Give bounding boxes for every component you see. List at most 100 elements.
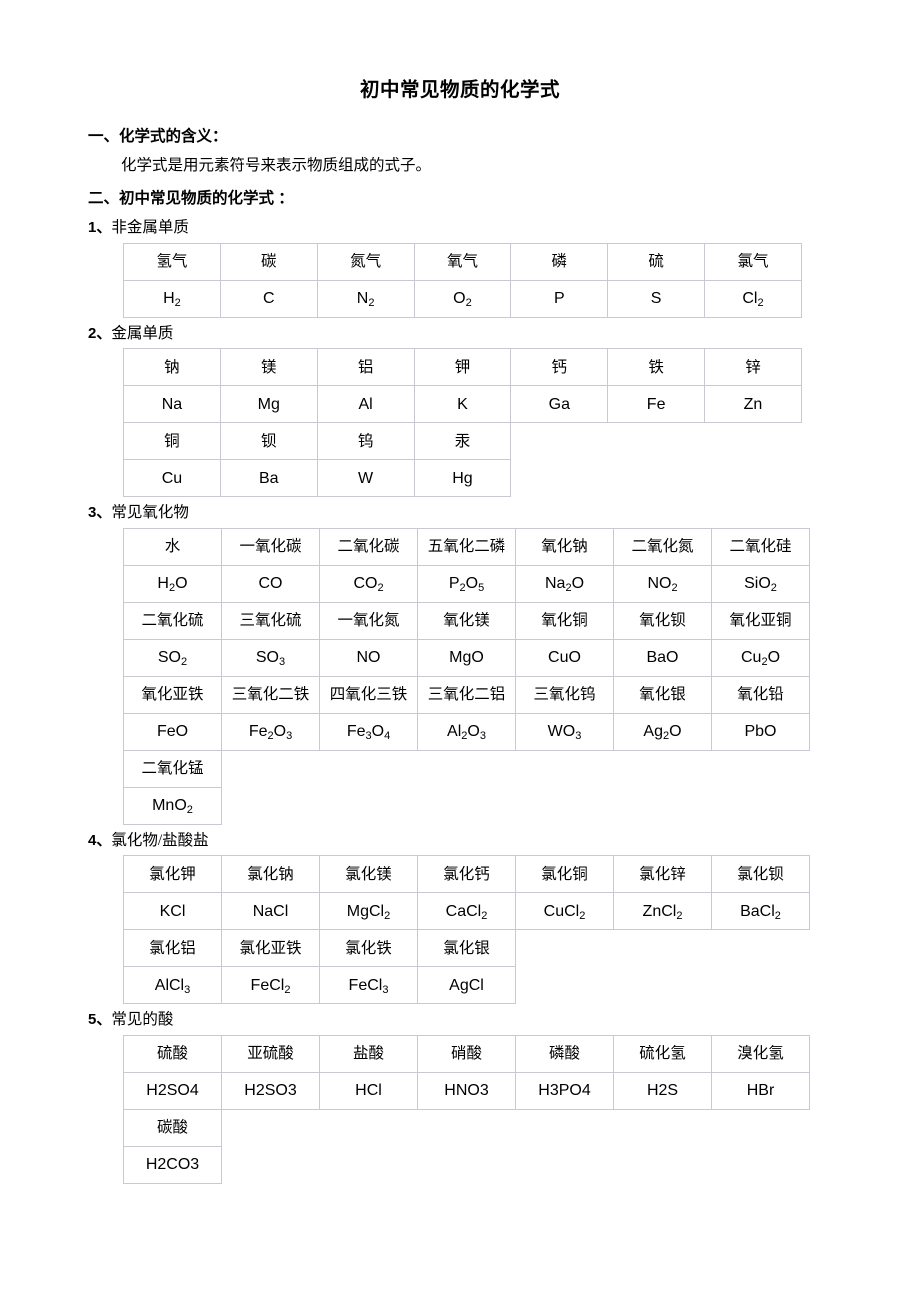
substance-name-cell: 汞	[413, 422, 512, 461]
substance-name-cell: 溴化氢	[711, 1034, 810, 1073]
substance-name-cell: 氧化镁	[417, 601, 516, 640]
chemical-formula-cell: H2	[123, 279, 221, 318]
substance-name-cell: 氯化亚铁	[221, 929, 320, 968]
chemical-formula-cell: CuO	[515, 638, 614, 677]
substance-name-cell: 钾	[413, 348, 512, 387]
substance-name-cell: 盐酸	[319, 1034, 418, 1073]
table-row: Na Mg Al K Ga Fe Zn	[123, 385, 802, 424]
chemical-formula-cell: Cu	[123, 459, 221, 498]
substance-name-cell: 铜	[123, 422, 221, 461]
chemical-table: 氢气碳氮气 氧气磷硫氯气 H2 C N2 O2 P S Cl2	[123, 242, 802, 318]
chemical-formula-cell: Mg	[219, 385, 318, 424]
table-row: H2SO4 H2SO3 HCl HNO3 H3PO4 H2S HBr	[123, 1071, 810, 1110]
table-row: H2 C N2 O2 P S Cl2	[123, 279, 802, 318]
substance-name-cell: 硫化氢	[613, 1034, 712, 1073]
chemical-group: 3、常见氧化物水一氧化碳 二氧化碳 五氧化二磷 氧化钠 二氧化氮 二氧化硅 H2O CO CO2…	[88, 501, 832, 825]
substance-name-cell: 镁	[219, 348, 318, 387]
table-row: 氧化亚铁 三氧化二铁 四氧化三铁 三氧化二铝 三氧化钨 氧化银 氧化铅	[123, 675, 810, 714]
chemical-formula-cell: O2	[413, 279, 512, 318]
section-heading-2: 二、初中常见物质的化学式 ：	[88, 190, 294, 208]
substance-name-cell: 氯化镁	[319, 855, 418, 894]
group-number: 2、	[88, 324, 112, 342]
chemical-formula-cell: Fe	[607, 385, 706, 424]
chemical-formula-cell: MnO2	[123, 786, 222, 825]
group-table-wrap: 水一氧化碳 二氧化碳 五氧化二磷 氧化钠 二氧化氮 二氧化硅 H2O CO CO2 P2O5 Na2…	[123, 527, 832, 825]
substance-name-cell: 氯化钠	[221, 855, 320, 894]
chemical-formula-cell: Cu2O	[711, 638, 810, 677]
table-row: MnO2	[123, 786, 810, 825]
chemical-formula-cell: H2CO3	[123, 1145, 222, 1184]
substance-name-cell: 磷酸	[515, 1034, 614, 1073]
table-row: 氯化铝 氯化亚铁 氯化铁 氯化银	[123, 929, 810, 968]
group-name: 氯化物/盐酸盐	[111, 831, 209, 849]
chemical-formula-cell: CaCl2	[417, 892, 516, 931]
chemical-formula-cell: Fe2O3	[221, 712, 320, 751]
chemical-formula-cell: PbO	[711, 712, 810, 751]
chemical-formula-cell: FeO	[123, 712, 222, 751]
table-row: 二氧化硫 三氧化硫 一氧化氮 氧化镁 氧化铜 氧化钡 氧化亚铜	[123, 601, 810, 640]
substance-name-cell: 氯化锌	[613, 855, 712, 894]
chemical-formula-cell: NO	[319, 638, 418, 677]
group-label: 5、常见的酸	[88, 1008, 832, 1032]
chemical-formula-cell: MgO	[417, 638, 516, 677]
substance-name-cell: 钨	[316, 422, 415, 461]
chemical-formula-cell: Ag2O	[613, 712, 712, 751]
chemical-formula-cell: P2O5	[417, 564, 516, 603]
substance-name-cell: 水	[123, 527, 222, 566]
group-number: 5、	[88, 1011, 112, 1029]
table-row: SO2 SO3 NO MgO CuO BaO Cu2O	[123, 638, 810, 677]
substance-name-cell: 氧化钡	[613, 601, 712, 640]
substance-name-cell: 钙	[510, 348, 609, 387]
chemical-formula-cell: ZnCl2	[613, 892, 712, 931]
page-title: 初中常见物质的化学式	[359, 79, 560, 101]
chemical-formula-cell: Al	[316, 385, 415, 424]
table-row: FeO Fe2O3 Fe3O4 Al2O3 WO3 Ag2O PbO	[123, 712, 810, 751]
chemical-formula-cell: H2SO3	[221, 1071, 320, 1110]
substance-name-cell: 氯化铁	[319, 929, 418, 968]
substance-name-cell: 钡	[219, 422, 318, 461]
chemical-formula-cell: Na	[123, 385, 221, 424]
group-name: 常见氧化物	[111, 504, 189, 522]
substance-name-cell: 氧化亚铜	[711, 601, 810, 640]
substance-name-cell: 氯化钾	[123, 855, 222, 894]
group-table-wrap: 硫酸 亚硫酸 盐酸 硝酸 磷酸 硫化氢 溴化氢 H2SO4 H2SO3 HCl HNO3 H3PO4 H…	[123, 1034, 832, 1184]
chemical-formula-cell: CuCl2	[515, 892, 614, 931]
chemical-group: 2、金属单质钠镁铝钾钙铁锌 Na Mg Al K Ga Fe Zn 铜钡钨汞 Cu Ba W Hg	[88, 322, 832, 498]
substance-name-cell: 氧化亚铁	[123, 675, 222, 714]
chemical-formula-cell: SO2	[123, 638, 222, 677]
chemical-group: 4、氯化物/盐酸盐 氯化钾 氯化钠 氯化镁 氯化钙 氯化铜 氯化锌 氯化钡 KCl NaCl MgC…	[88, 829, 832, 1005]
chemical-formula-cell: FeCl2	[221, 966, 320, 1005]
substance-name-cell: 三氧化钨	[515, 675, 614, 714]
group-label: 1、非金属单质	[88, 216, 832, 240]
chemical-formula-cell: KCl	[123, 892, 222, 931]
group-number: 4、	[88, 831, 112, 849]
substance-name-cell: 磷	[510, 242, 609, 281]
substance-name-cell: 锌	[704, 348, 802, 387]
chemical-table: 水一氧化碳 二氧化碳 五氧化二磷 氧化钠 二氧化氮 二氧化硅 H2O CO CO2 P2O5 Na2…	[123, 527, 810, 825]
substance-name-cell: 二氧化碳	[319, 527, 418, 566]
substance-name-cell: 氧化铅	[711, 675, 810, 714]
chemical-groups: 1、非金属单质 氢气碳氮气 氧气磷硫氯气 H2 C N2 O2 P S Cl2 2、金属单质钠镁铝钾…	[88, 216, 832, 1184]
chemical-group: 5、常见的酸 硫酸 亚硫酸 盐酸 硝酸 磷酸 硫化氢 溴化氢 H2SO4 H2SO3 HCl HNO3…	[88, 1008, 832, 1184]
group-table-wrap: 钠镁铝钾钙铁锌 Na Mg Al K Ga Fe Zn 铜钡钨汞 Cu Ba W Hg	[123, 348, 832, 498]
substance-name-cell: 氧化铜	[515, 601, 614, 640]
table-row: H2CO3	[123, 1145, 810, 1184]
table-row: H2O CO CO2 P2O5 Na2O NO2 SiO2	[123, 564, 810, 603]
group-label: 2、金属单质	[88, 322, 832, 346]
chemical-formula-cell: H3PO4	[515, 1071, 614, 1110]
substance-name-cell: 三氧化二铝	[417, 675, 516, 714]
substance-name-cell: 二氧化锰	[123, 749, 222, 788]
chemical-formula-cell: Hg	[413, 459, 512, 498]
substance-name-cell: 氯化铝	[123, 929, 222, 968]
chemical-formula-cell: HCl	[319, 1071, 418, 1110]
group-name: 金属单质	[111, 324, 174, 342]
table-row: AlCl3 FeCl2 FeCl3 AgCl	[123, 966, 810, 1005]
substance-name-cell: 氯化银	[417, 929, 516, 968]
substance-name-cell: 氧化钠	[515, 527, 614, 566]
substance-name-cell: 氯气	[704, 242, 802, 281]
substance-name-cell: 二氧化硅	[711, 527, 810, 566]
chemical-formula-cell: H2SO4	[123, 1071, 222, 1110]
table-row: 氢气碳氮气 氧气磷硫氯气	[123, 242, 802, 281]
document-page: 初中常见物质的化学式 一、化学式的含义： 化学式是用元素符号来表示物质组成的式子…	[0, 0, 920, 1302]
group-number: 1、	[88, 219, 112, 237]
